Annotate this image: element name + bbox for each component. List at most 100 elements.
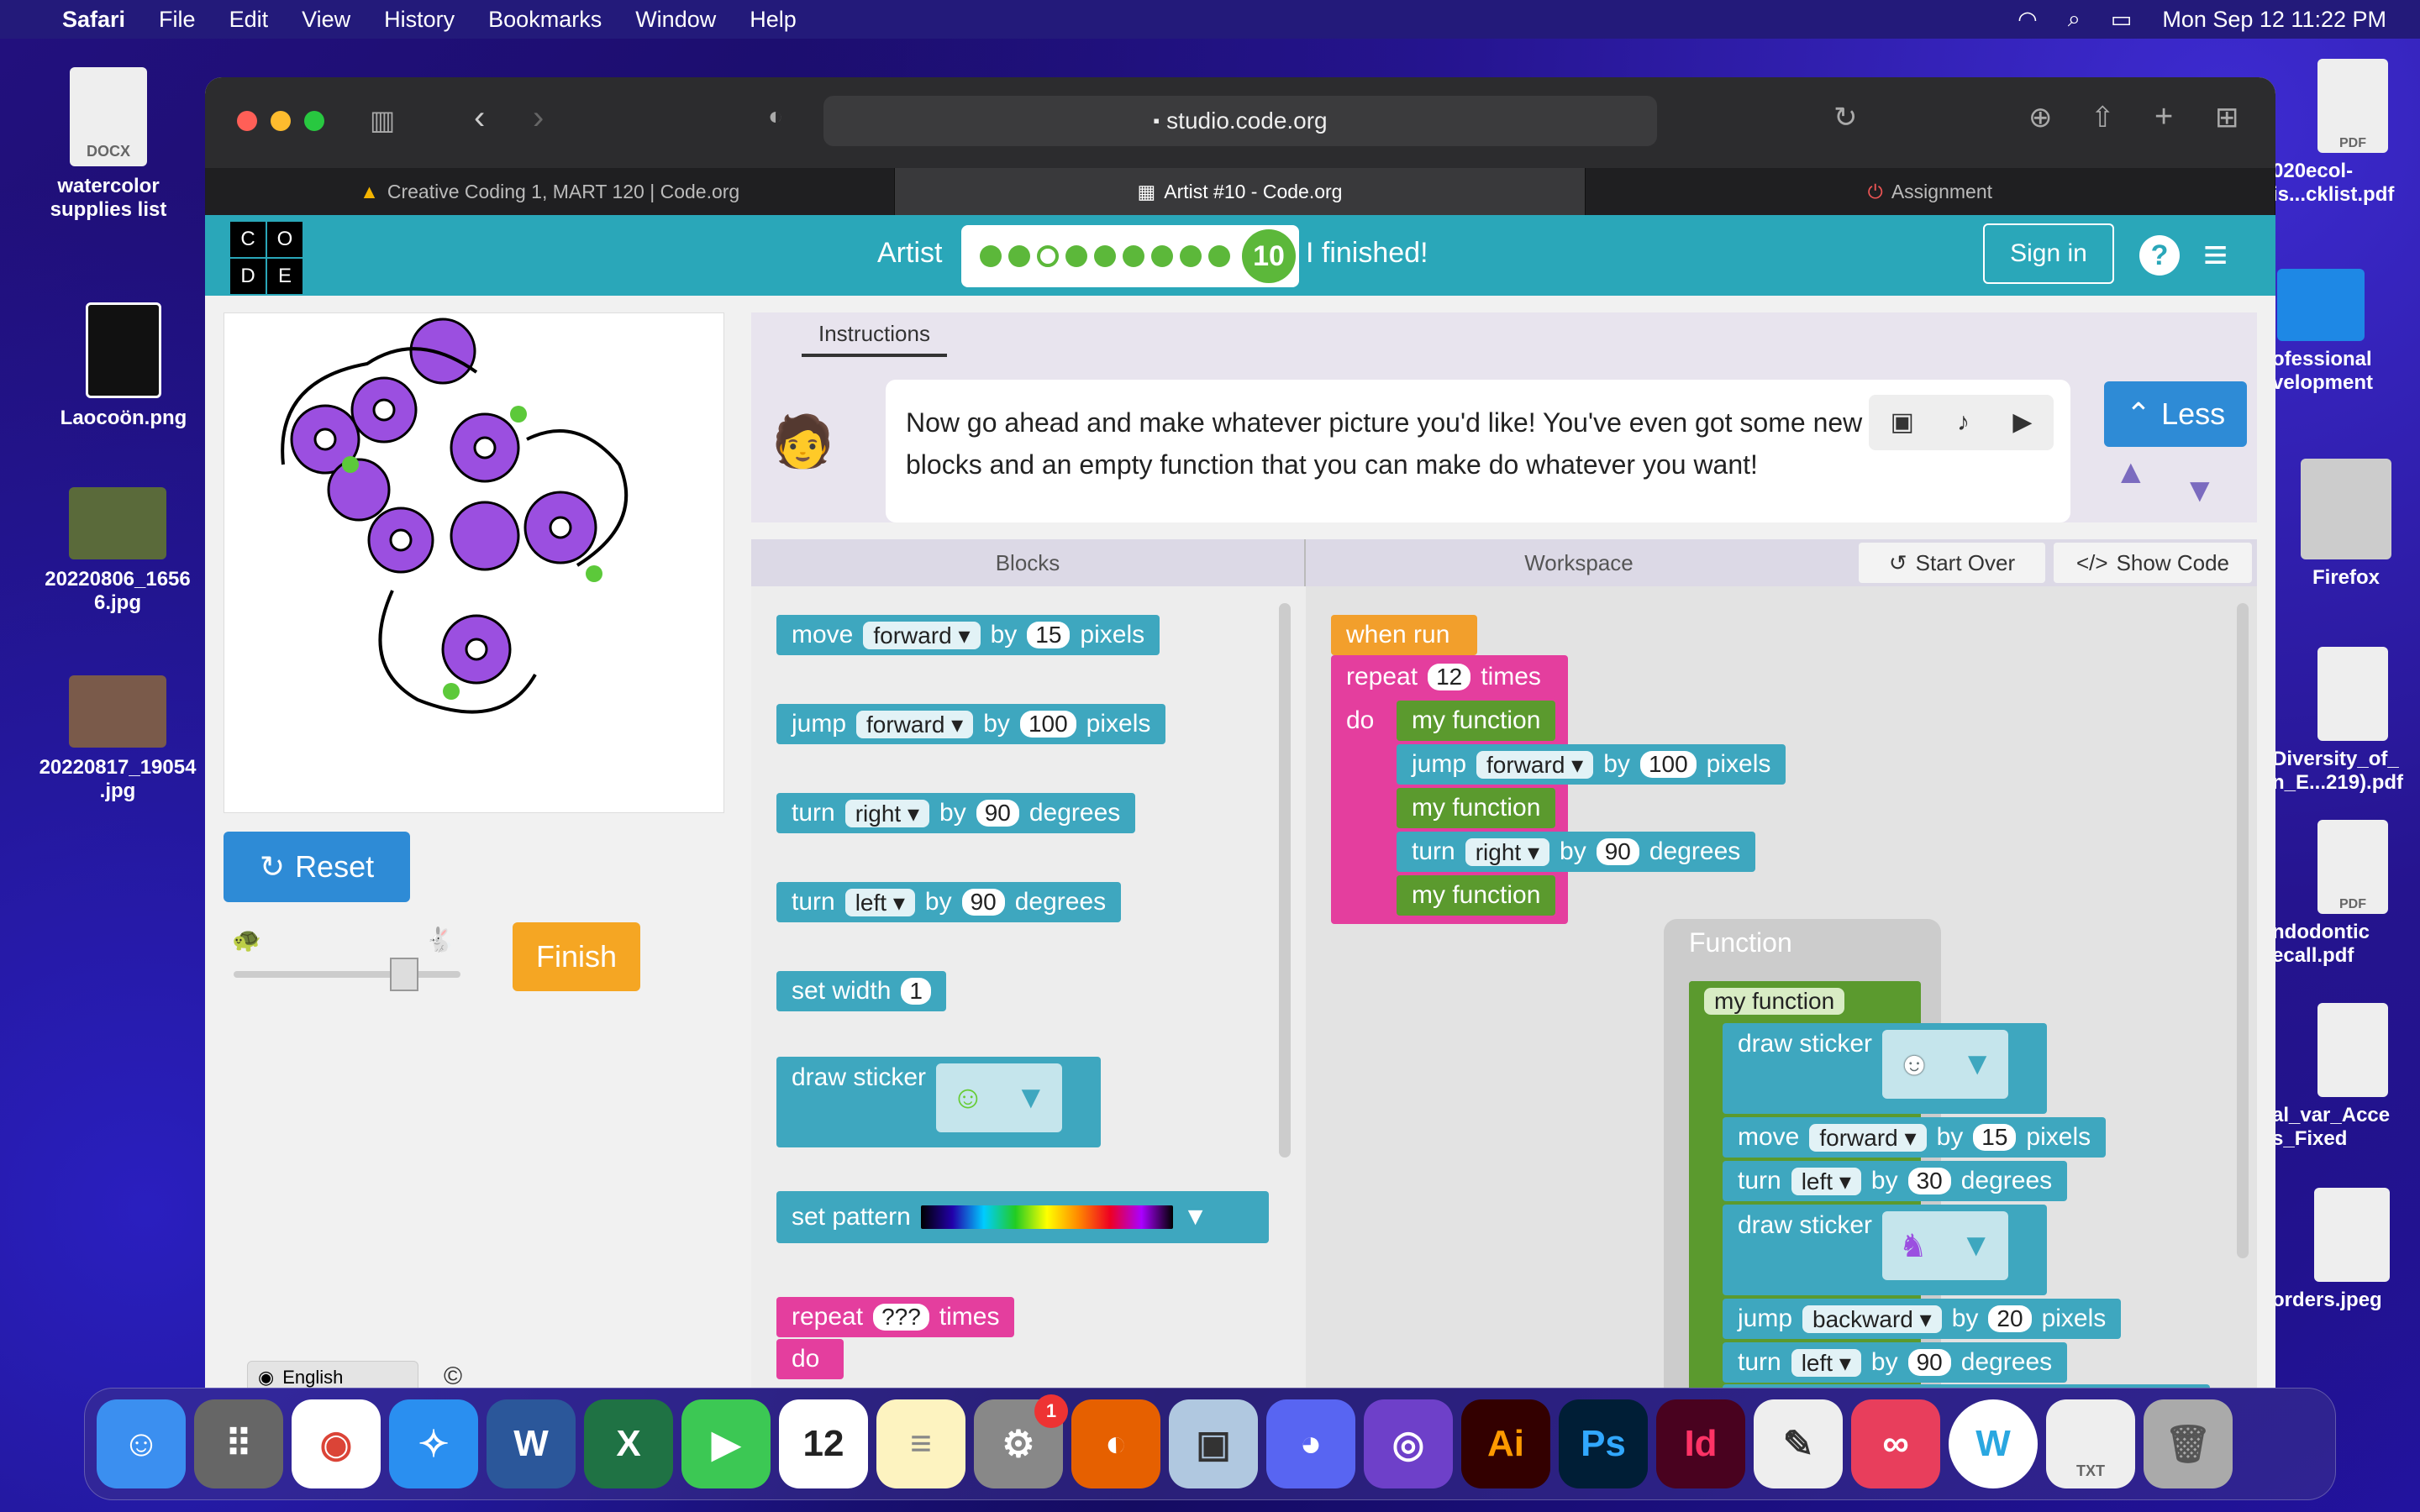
number-field[interactable]: ??? [873,1304,929,1331]
minimize-window-button[interactable] [271,111,291,131]
block-repeat-12[interactable]: repeat 12 times [1331,657,1556,697]
block-turn-right[interactable]: turn right ▾ by 90 degrees [776,793,1136,833]
level-dot[interactable] [980,245,1002,267]
wifi-icon[interactable]: ◠ [2018,7,2038,33]
chrome-icon[interactable]: ◉ [292,1399,381,1488]
play-icon[interactable]: ▶ [2012,402,2032,444]
scroll-down-icon[interactable]: ▼ [2183,472,2217,510]
menu-help[interactable]: Help [750,7,797,33]
direction-dropdown[interactable]: backward ▾ [1802,1305,1942,1333]
text-file-icon[interactable]: TXT [2046,1399,2135,1488]
finished-link[interactable]: I finished! [1306,237,1428,270]
facetime-icon[interactable]: ▶ [681,1399,771,1488]
webex-icon[interactable]: W [1949,1399,2038,1488]
desktop-file-laocoon[interactable]: Laocoön.png [44,302,203,430]
new-tab-icon[interactable]: + [2154,99,2173,135]
number-field[interactable]: 90 [1596,838,1639,865]
block-draw-sticker[interactable]: draw sticker ♞ ▼ [1723,1205,2047,1295]
desktop-file-accessibility[interactable]: al_var_Acce s_Fixed [2272,1003,2420,1151]
direction-dropdown[interactable]: right ▾ [844,799,930,827]
direction-dropdown[interactable]: forward ▾ [1809,1123,1927,1152]
menu-bookmarks[interactable]: Bookmarks [488,7,602,33]
close-window-button[interactable] [237,111,257,131]
number-field[interactable]: 90 [976,800,1019,827]
address-bar[interactable]: ▪ studio.code.org [823,96,1657,146]
sticker-dropdown[interactable]: ♞ ▼ [1882,1211,2009,1280]
start-over-button[interactable]: ↺ Start Over [1859,543,2045,583]
block-turn-left[interactable]: turn left ▾ by 90 degrees [1723,1342,2068,1383]
excel-icon[interactable]: X [584,1399,673,1488]
preview-icon[interactable]: ▣ [1169,1399,1258,1488]
menu-window[interactable]: Window [635,7,716,33]
block-jump-forward[interactable]: jump forward ▾ by 100 pixels [1397,744,1786,785]
immersive-reader-icon[interactable]: ▣ [1891,402,1914,444]
pattern-dropdown-icon[interactable]: ▼ [1183,1203,1208,1231]
tab-creative-coding[interactable]: ▲ Creative Coding 1, MART 120 | Code.org [205,168,896,215]
notes-icon[interactable]: ≡ [876,1399,965,1488]
block-draw-sticker[interactable]: draw sticker ☻ ▼ [1723,1023,2047,1114]
number-field[interactable]: 12 [1428,664,1471,690]
direction-dropdown[interactable]: left ▾ [1791,1348,1861,1377]
level-dot[interactable] [1037,245,1059,267]
scroll-up-icon[interactable]: ▲ [2114,454,2148,491]
calendar-icon[interactable]: 12 [779,1399,868,1488]
block-when-run[interactable]: when run [1331,615,1477,655]
launchpad-icon[interactable]: ⠿ [194,1399,283,1488]
number-field[interactable]: 30 [1907,1168,1951,1194]
number-field[interactable]: 100 [1019,711,1076,738]
block-turn-left[interactable]: turn left ▾ by 90 degrees [776,882,1122,922]
illustrator-icon[interactable]: Ai [1461,1399,1550,1488]
block-set-pattern[interactable]: set pattern ▼ [776,1191,1269,1243]
call-my-function[interactable]: my function [1397,701,1556,741]
zoom-window-button[interactable] [304,111,324,131]
system-preferences-icon[interactable]: ⚙ 1 [974,1394,1068,1488]
level-dot[interactable] [1123,245,1144,267]
reset-button[interactable]: ↻ Reset [224,832,410,902]
workspace-scrollbar[interactable] [2237,603,2249,1258]
textedit-icon[interactable]: ✎ [1754,1399,1843,1488]
current-level-badge[interactable]: 10 [1242,229,1296,283]
search-icon[interactable]: ⌕ [2068,6,2081,33]
direction-dropdown[interactable]: left ▾ [844,888,915,916]
desktop-file-checklist[interactable]: PDF 020ecol-is...cklist.pdf [2272,59,2420,207]
desktop-firefox[interactable]: Firefox [2272,459,2420,590]
direction-dropdown[interactable]: left ▾ [1791,1167,1861,1195]
show-code-button[interactable]: </> Show Code [2054,543,2252,583]
block-repeat[interactable]: repeat??? times [776,1297,1015,1337]
github-desktop-icon[interactable]: ◎ [1364,1399,1453,1488]
tab-overview-icon[interactable]: ⊞ [2215,101,2239,134]
speed-slider-handle[interactable] [390,958,418,991]
level-dot[interactable] [1180,245,1202,267]
number-field[interactable]: 90 [1907,1349,1951,1376]
block-move-forward[interactable]: move forward ▾ by 15 pixels [1723,1117,2107,1158]
call-my-function[interactable]: my function [1397,788,1556,828]
number-field[interactable]: 100 [1639,751,1697,778]
direction-dropdown[interactable]: forward ▾ [856,710,974,738]
hamburger-menu-icon[interactable]: ≡ [2203,230,2228,279]
speaker-icon[interactable]: ♪ [1957,402,1970,444]
finish-button[interactable]: Finish [513,922,640,991]
download-icon[interactable]: ⊕ [2028,101,2053,134]
indesign-icon[interactable]: Id [1656,1399,1745,1488]
desktop-file-photo-1[interactable]: 20220806_1656 6.jpg [38,487,197,615]
level-dot[interactable] [1208,245,1230,267]
direction-dropdown[interactable]: forward ▾ [1476,750,1594,779]
number-field[interactable]: 90 [961,889,1005,916]
call-my-function[interactable]: my function [1397,875,1556,916]
number-field[interactable]: 15 [1973,1124,2017,1151]
finder-icon[interactable]: ☺ [97,1399,186,1488]
desktop-file-diversity[interactable]: Diversity_of_ n_E...219).pdf [2272,647,2420,795]
number-field[interactable]: 20 [1988,1305,2032,1332]
help-icon[interactable]: ? [2139,235,2180,276]
back-icon[interactable]: ‹ [474,99,485,137]
menu-app-name[interactable]: Safari [62,7,125,33]
creative-cloud-icon[interactable]: ∞ [1851,1399,1940,1488]
sticker-dropdown[interactable]: ☻ ▼ [1882,1030,2009,1099]
desktop-file-docx[interactable]: DOCX watercolor supplies list [29,67,188,222]
word-icon[interactable]: W [487,1399,576,1488]
direction-dropdown[interactable]: right ▾ [1465,837,1550,866]
desktop-file-endodontic[interactable]: PDF ndodontic ecall.pdf [2272,820,2420,968]
menu-edit[interactable]: Edit [229,7,269,33]
level-dot[interactable] [1008,245,1030,267]
battery-icon[interactable]: ▭ [2111,7,2133,33]
